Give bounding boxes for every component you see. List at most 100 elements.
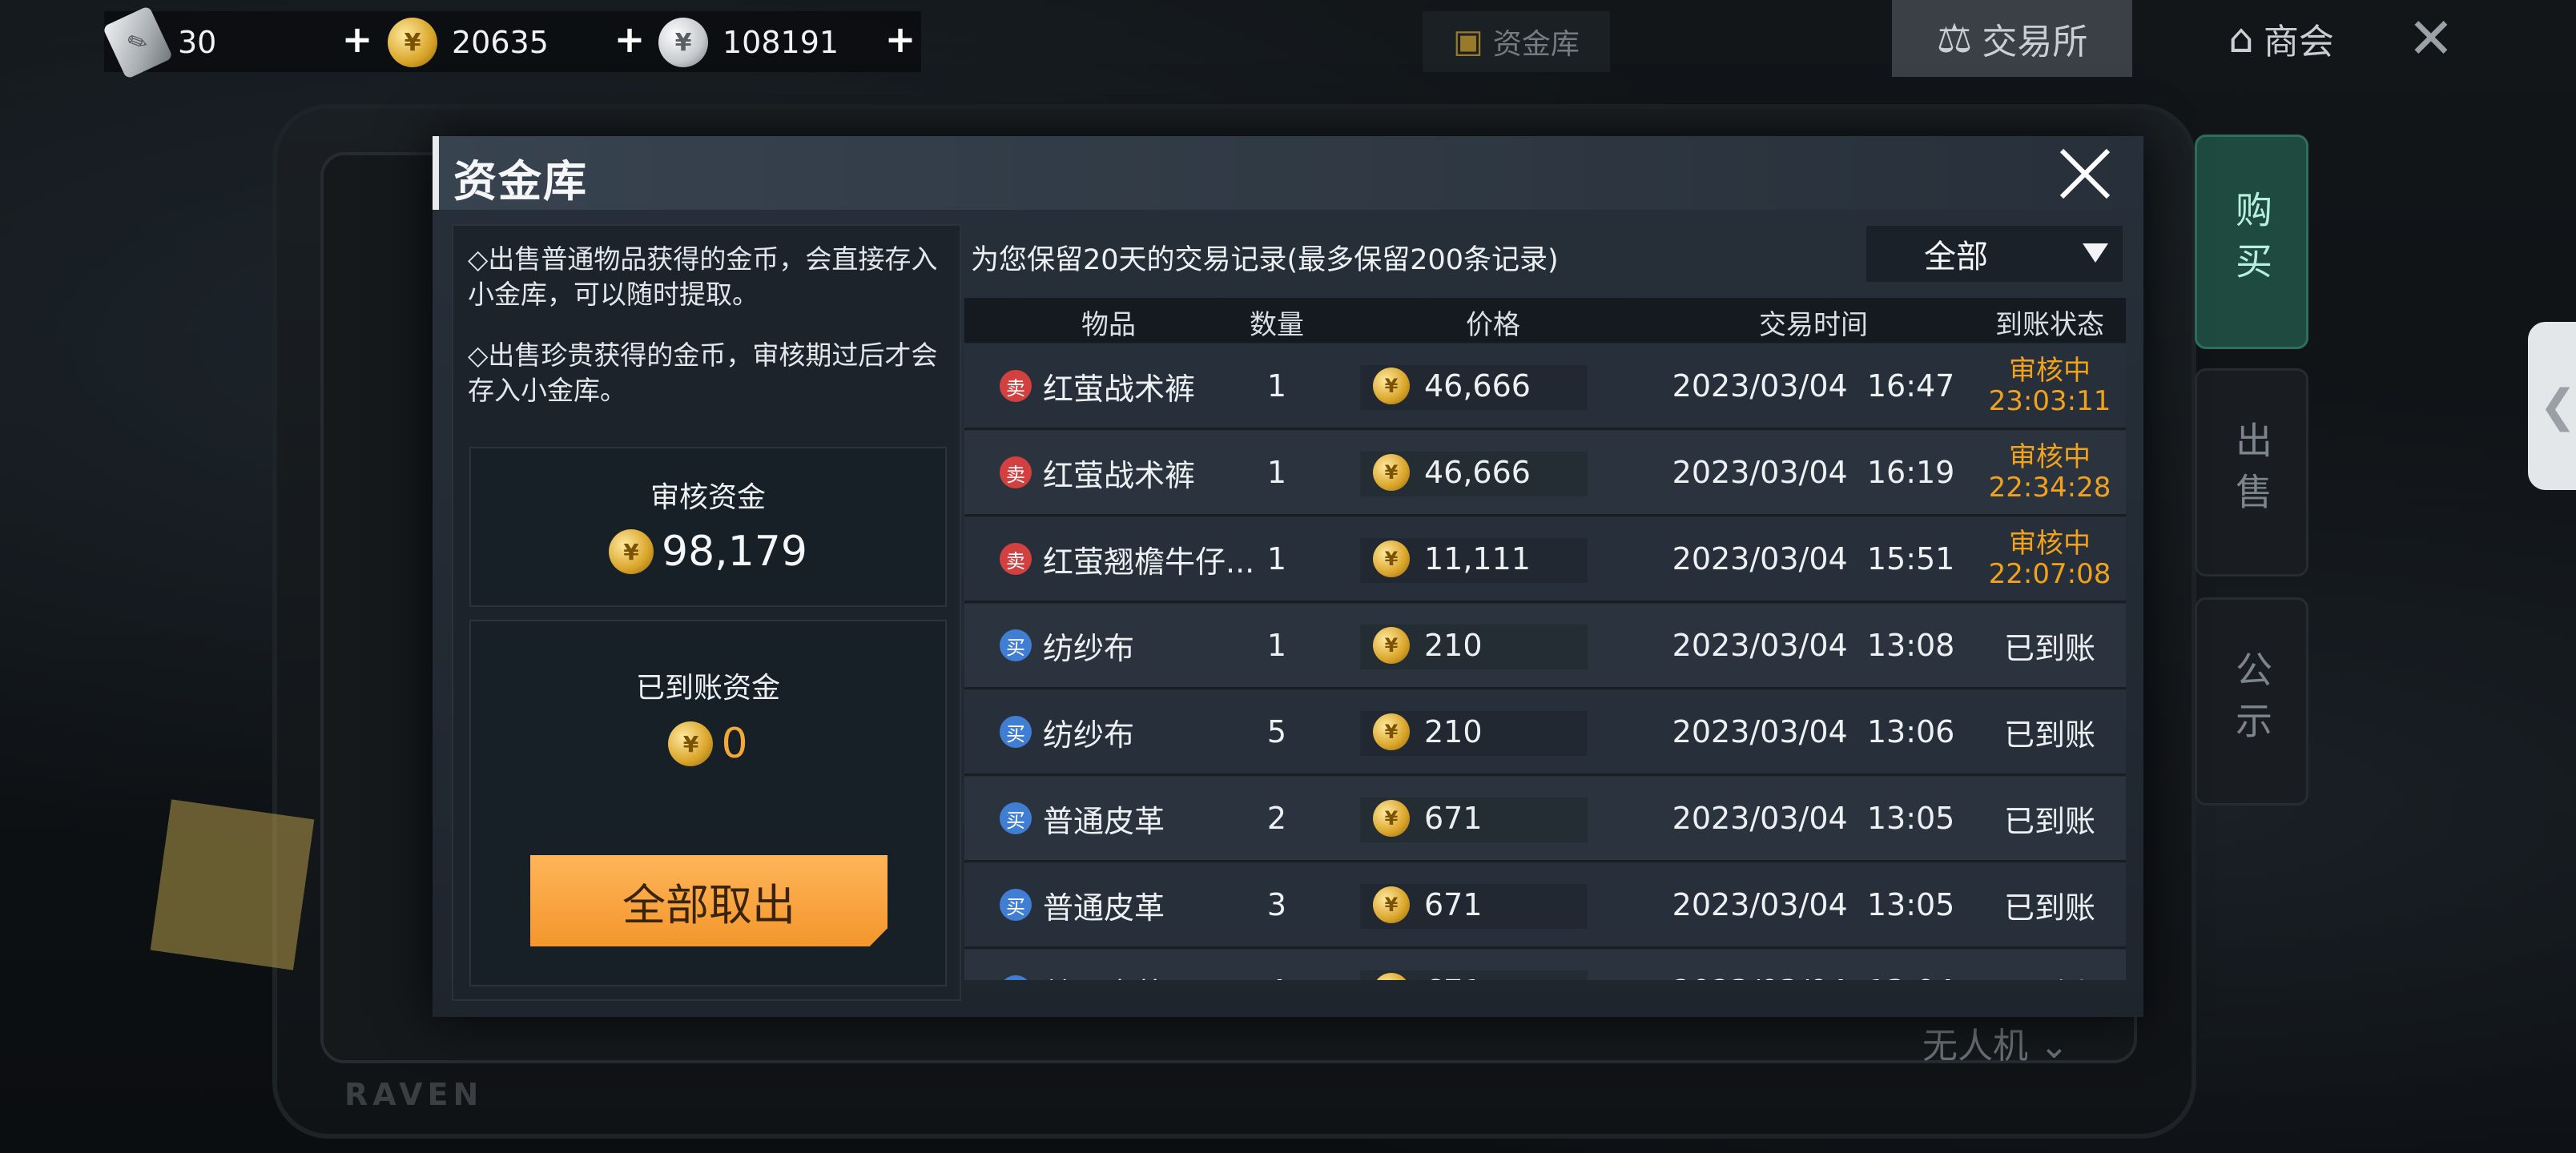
item-name: 红萤战术裤 <box>1043 371 1196 407</box>
currency-gold: ¥ 20635 <box>388 6 549 78</box>
status-pending-text: 审核中 <box>2009 528 2091 560</box>
price-cell: ¥671 <box>1373 863 1613 946</box>
quantity-cell: 5 <box>1266 714 1287 749</box>
tab-sell[interactable]: 出售 <box>2195 368 2308 576</box>
record-filter-dropdown[interactable]: 全部 <box>1866 226 2123 282</box>
status-countdown: 22:34:28 <box>1988 472 2111 504</box>
item-name: 普通皮革 <box>1043 890 1165 926</box>
withdraw-all-button[interactable]: 全部取出 <box>530 855 888 946</box>
price-value: 46,666 <box>1424 455 1531 490</box>
item-cell: 卖红萤翘檐牛仔... <box>1000 517 1256 601</box>
vault-icon: ▣ <box>1453 23 1483 60</box>
ticket-icon: ✎ <box>102 5 174 80</box>
gold-count: 20635 <box>452 25 549 60</box>
status-cell: 审核中 22:34:28 <box>1974 431 2126 514</box>
quantity-cell: 1 <box>1266 368 1287 404</box>
price-value: 210 <box>1424 714 1483 749</box>
col-price: 价格 <box>1466 309 1520 341</box>
scale-icon: ⚖ <box>1936 15 1973 62</box>
item-name: 普通皮革 <box>1043 970 1165 981</box>
price-value: 671 <box>1424 801 1483 836</box>
status-pending-text: 审核中 <box>2009 441 2091 473</box>
close-icon <box>2059 148 2111 199</box>
price-cell: ¥210 <box>1373 604 1613 687</box>
item-cell: 买普通皮革 <box>1000 777 1256 860</box>
table-row[interactable]: 买 普通皮革 4 ¥671 2023/03/04 13:04 已到账 <box>964 950 2126 980</box>
guild-tab-button[interactable]: ⌂ 商会 <box>2185 0 2377 77</box>
vault-dialog: 资金库 ◇出售普通物品获得的金币，会直接存入小金库，可以随时提取。 ◇出售珍贵获… <box>433 136 2143 1017</box>
guild-tab-label: 商会 <box>2263 22 2334 62</box>
gold-coin-icon: ¥ <box>609 529 654 574</box>
item-name: 红萤翘檐牛仔... <box>1043 544 1255 580</box>
trade-time-cell: 2023/03/04 13:06 <box>1672 714 1955 749</box>
table-row[interactable]: 买纺纱布 5 ¥210 2023/03/04 13:06 已到账 <box>964 690 2126 776</box>
trade-time-cell: 2023/03/04 13:08 <box>1672 628 1955 663</box>
price-value: 210 <box>1424 628 1483 663</box>
exchange-tab-button[interactable]: ⚖ 交易所 <box>1892 0 2132 77</box>
status-cell: 审核中 22:07:08 <box>1974 517 2126 601</box>
filter-selected-value: 全部 <box>1924 239 1988 275</box>
gold-coin-icon: ¥ <box>388 18 437 67</box>
trade-time-cell: 2023/03/04 16:19 <box>1672 455 1955 490</box>
table-row[interactable]: 卖红萤战术裤 1 ¥46,666 2023/03/04 16:47 审核中 23:03:1… <box>964 344 2126 430</box>
add-ticket-button[interactable]: + <box>341 18 373 61</box>
gold-coin-icon: ¥ <box>1373 973 1410 980</box>
gold-coin-icon: ¥ <box>1373 454 1410 491</box>
quantity-cell: 1 <box>1266 541 1287 576</box>
quantity-cell: 4 <box>1229 950 1325 980</box>
transaction-table[interactable]: 物品 数量 价格 交易时间 到账状态 卖红萤战术裤 1 ¥46,666 2023/03… <box>964 298 2126 980</box>
table-row[interactable]: 卖红萤战术裤 1 ¥46,666 2023/03/04 16:19 审核中 22:34:2… <box>964 431 2126 516</box>
dialog-title: 资金库 <box>453 156 588 207</box>
trade-time-cell: 2023/03/04 13:04 <box>1672 950 1955 980</box>
tab-buy[interactable]: 购买 <box>2195 135 2308 349</box>
review-funds-label: 审核资金 <box>650 481 766 514</box>
gold-coin-icon: ¥ <box>1373 368 1410 404</box>
tab-notice[interactable]: 公示 <box>2195 597 2308 805</box>
status-cell: 审核中 23:03:11 <box>1974 344 2126 428</box>
exit-close-button[interactable]: ✕ <box>2395 0 2467 77</box>
vault-tab-button[interactable]: ▣ 资金库 <box>1423 11 1610 72</box>
gold-coin-icon: ¥ <box>668 721 714 766</box>
buy-badge: 买 <box>1000 975 1032 980</box>
table-row[interactable]: 买普通皮革 3 ¥671 2023/03/04 13:05 已到账 <box>964 863 2126 949</box>
chevron-down-icon <box>2083 243 2108 263</box>
price-cell: ¥46,666 <box>1373 431 1613 514</box>
gold-coin-icon: ¥ <box>1373 627 1410 664</box>
status-cell: 已到账 <box>2003 890 2095 926</box>
status-cell: 已到账 <box>2003 803 2095 839</box>
status-pending-text: 审核中 <box>2009 355 2091 387</box>
house-icon: ⌂ <box>2228 15 2254 62</box>
price-cell: ¥11,111 <box>1373 517 1613 601</box>
trade-time-cell: 2023/03/04 15:51 <box>1672 541 1955 576</box>
side-drawer-handle[interactable]: ❮ <box>2528 322 2576 490</box>
review-funds-box: 审核资金 ¥ 98,179 <box>469 447 947 607</box>
silver-coin-icon: ¥ <box>658 18 708 67</box>
ticket-count: 30 <box>178 25 217 60</box>
buy-badge: 买 <box>1000 802 1032 834</box>
buy-badge: 买 <box>1000 629 1032 661</box>
dialog-close-button[interactable] <box>2057 146 2113 202</box>
add-gold-button[interactable]: + <box>614 18 646 61</box>
table-row[interactable]: 买纺纱布 1 ¥210 2023/03/04 13:08 已到账 <box>964 604 2126 689</box>
dialog-title-bar: 资金库 <box>433 136 2143 210</box>
trade-time-cell: 2023/03/04 13:05 <box>1672 801 1955 836</box>
quantity-cell: 1 <box>1266 455 1287 490</box>
status-countdown: 22:07:08 <box>1988 558 2111 590</box>
title-accent-bar <box>433 136 439 210</box>
sell-badge: 卖 <box>1000 543 1032 575</box>
table-row[interactable]: 卖红萤翘檐牛仔... 1 ¥11,111 2023/03/04 15:51 审核中 22:… <box>964 517 2126 603</box>
add-silver-button[interactable]: + <box>884 18 916 61</box>
table-row[interactable]: 买普通皮革 2 ¥671 2023/03/04 13:05 已到账 <box>964 777 2126 862</box>
price-value: 46,666 <box>1424 368 1531 404</box>
gold-coin-icon: ¥ <box>1373 540 1410 577</box>
status-cell: 已到账 <box>1974 950 2126 981</box>
buy-badge: 买 <box>1000 716 1032 748</box>
vault-summary-panel: ◇出售普通物品获得的金币，会直接存入小金库，可以随时提取。 ◇出售珍贵获得的金币… <box>452 224 961 1001</box>
col-item: 物品 <box>1081 309 1136 341</box>
item-cell: 买普通皮革 <box>1000 863 1256 946</box>
brand-logo: RAVEN <box>344 1077 484 1112</box>
info-note-normal: ◇出售普通物品获得的金币，会直接存入小金库，可以随时提取。 <box>468 243 938 310</box>
quantity-cell: 2 <box>1266 801 1287 836</box>
info-note-precious: ◇出售珍贵获得的金币，审核期过后才会存入小金库。 <box>468 339 938 406</box>
item-cell: 买 普通皮革 <box>1000 950 1256 980</box>
